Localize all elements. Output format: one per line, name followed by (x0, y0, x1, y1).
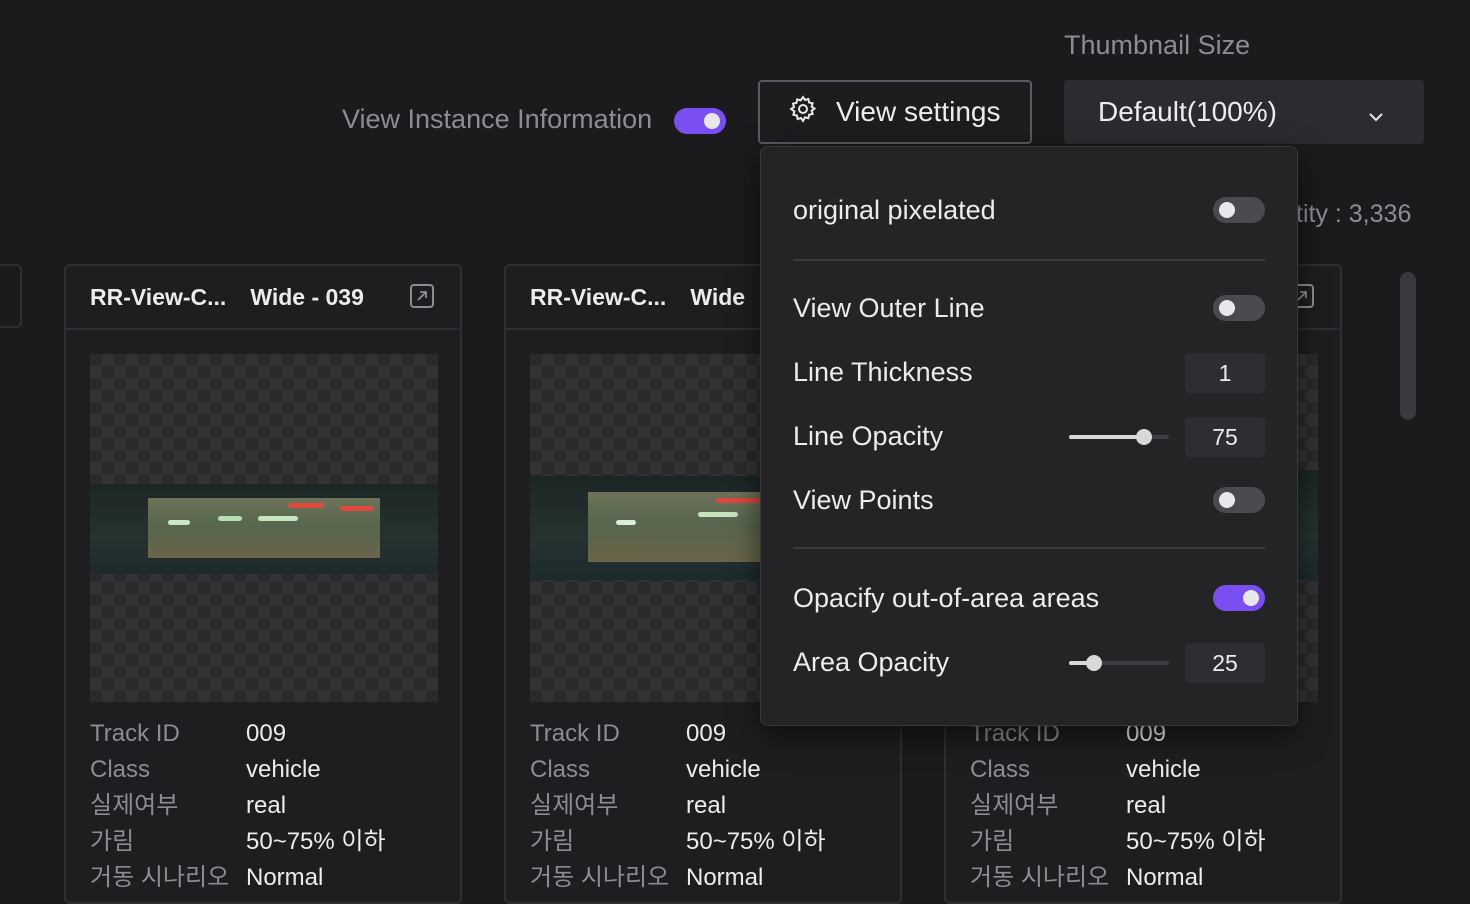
view-points-toggle[interactable] (1213, 487, 1265, 513)
area-opacity-input[interactable]: 25 (1185, 643, 1265, 683)
card-title-name: RR-View-C... (90, 283, 227, 310)
info-row: 실제여부 real (530, 792, 727, 819)
opacify-out-of-area-label: Opacify out-of-area areas (793, 583, 1100, 613)
view-settings-popup: original pixelated View Outer Line Line … (760, 146, 1298, 726)
view-instance-information-label: View Instance Information (342, 104, 653, 134)
divider (793, 547, 1265, 549)
info-row: Track ID 009 (90, 720, 287, 747)
divider (793, 259, 1265, 261)
instance-info: Track ID 009 Class vehicle 실제여부 real 가림 50~7… (970, 716, 1266, 896)
previous-card-edge (0, 264, 22, 328)
card-title-id: Wide (690, 283, 746, 310)
area-opacity-label: Area Opacity (793, 647, 950, 677)
scrollbar[interactable] (1400, 272, 1416, 420)
info-row: Class vehicle (90, 756, 321, 783)
view-points-label: View Points (793, 485, 934, 515)
info-row: 가림 50~75% 이하 (970, 828, 1266, 855)
line-opacity-label: Line Opacity (793, 421, 944, 451)
gear-icon (788, 94, 818, 131)
opacify-out-of-area-toggle[interactable] (1213, 585, 1265, 611)
instance-thumbnail[interactable] (90, 354, 438, 702)
view-outer-line-label: View Outer Line (793, 293, 985, 323)
thumbnail-size-select[interactable]: Default(100%) (1064, 80, 1424, 144)
info-row: 거동 시나리오 Normal (530, 864, 764, 891)
thumbnail-size-label: Thumbnail Size (1064, 30, 1251, 60)
original-pixelated-label: original pixelated (793, 195, 996, 225)
info-row: Class vehicle (530, 756, 761, 783)
info-row: 실제여부 real (970, 792, 1167, 819)
view-outer-line-toggle[interactable] (1213, 295, 1265, 321)
info-row: Class vehicle (970, 756, 1201, 783)
info-row: 거동 시나리오 Normal (90, 864, 324, 891)
instance-info: Track ID 009 Class vehicle 실제여부 real 가림 50~7… (90, 716, 386, 896)
slider-handle[interactable] (1086, 655, 1102, 671)
total-quantity: tity : 3,336 (1296, 200, 1412, 228)
view-settings-button[interactable]: View settings (758, 80, 1032, 144)
thumbnail-size-value: Default(100%) (1098, 96, 1277, 127)
card-title-id: Wide - 039 (250, 283, 364, 310)
info-row: 가림 50~75% 이하 (90, 828, 386, 855)
chevron-down-icon (1366, 102, 1386, 134)
view-instance-information-toggle[interactable] (674, 108, 726, 134)
area-opacity-slider[interactable] (1069, 655, 1169, 671)
line-thickness-label: Line Thickness (793, 357, 973, 387)
line-opacity-slider[interactable] (1069, 429, 1169, 445)
external-link-icon[interactable] (410, 284, 434, 308)
card-header: RR-View-C... Wide - 039 (66, 266, 460, 330)
line-thickness-input[interactable]: 1 (1185, 353, 1265, 393)
original-pixelated-toggle[interactable] (1213, 197, 1265, 223)
view-settings-label: View settings (836, 96, 1001, 127)
info-row: 실제여부 real (90, 792, 287, 819)
card-title-name: RR-View-C... (530, 283, 667, 310)
line-opacity-input[interactable]: 75 (1185, 417, 1265, 457)
instance-card[interactable]: RR-View-C... Wide - 039 Track ID 009 Clas… (64, 264, 462, 904)
instance-info: Track ID 009 Class vehicle 실제여부 real 가림 50~7… (530, 716, 826, 896)
info-row: 가림 50~75% 이하 (530, 828, 826, 855)
slider-handle[interactable] (1136, 429, 1152, 445)
info-row: 거동 시나리오 Normal (970, 864, 1204, 891)
